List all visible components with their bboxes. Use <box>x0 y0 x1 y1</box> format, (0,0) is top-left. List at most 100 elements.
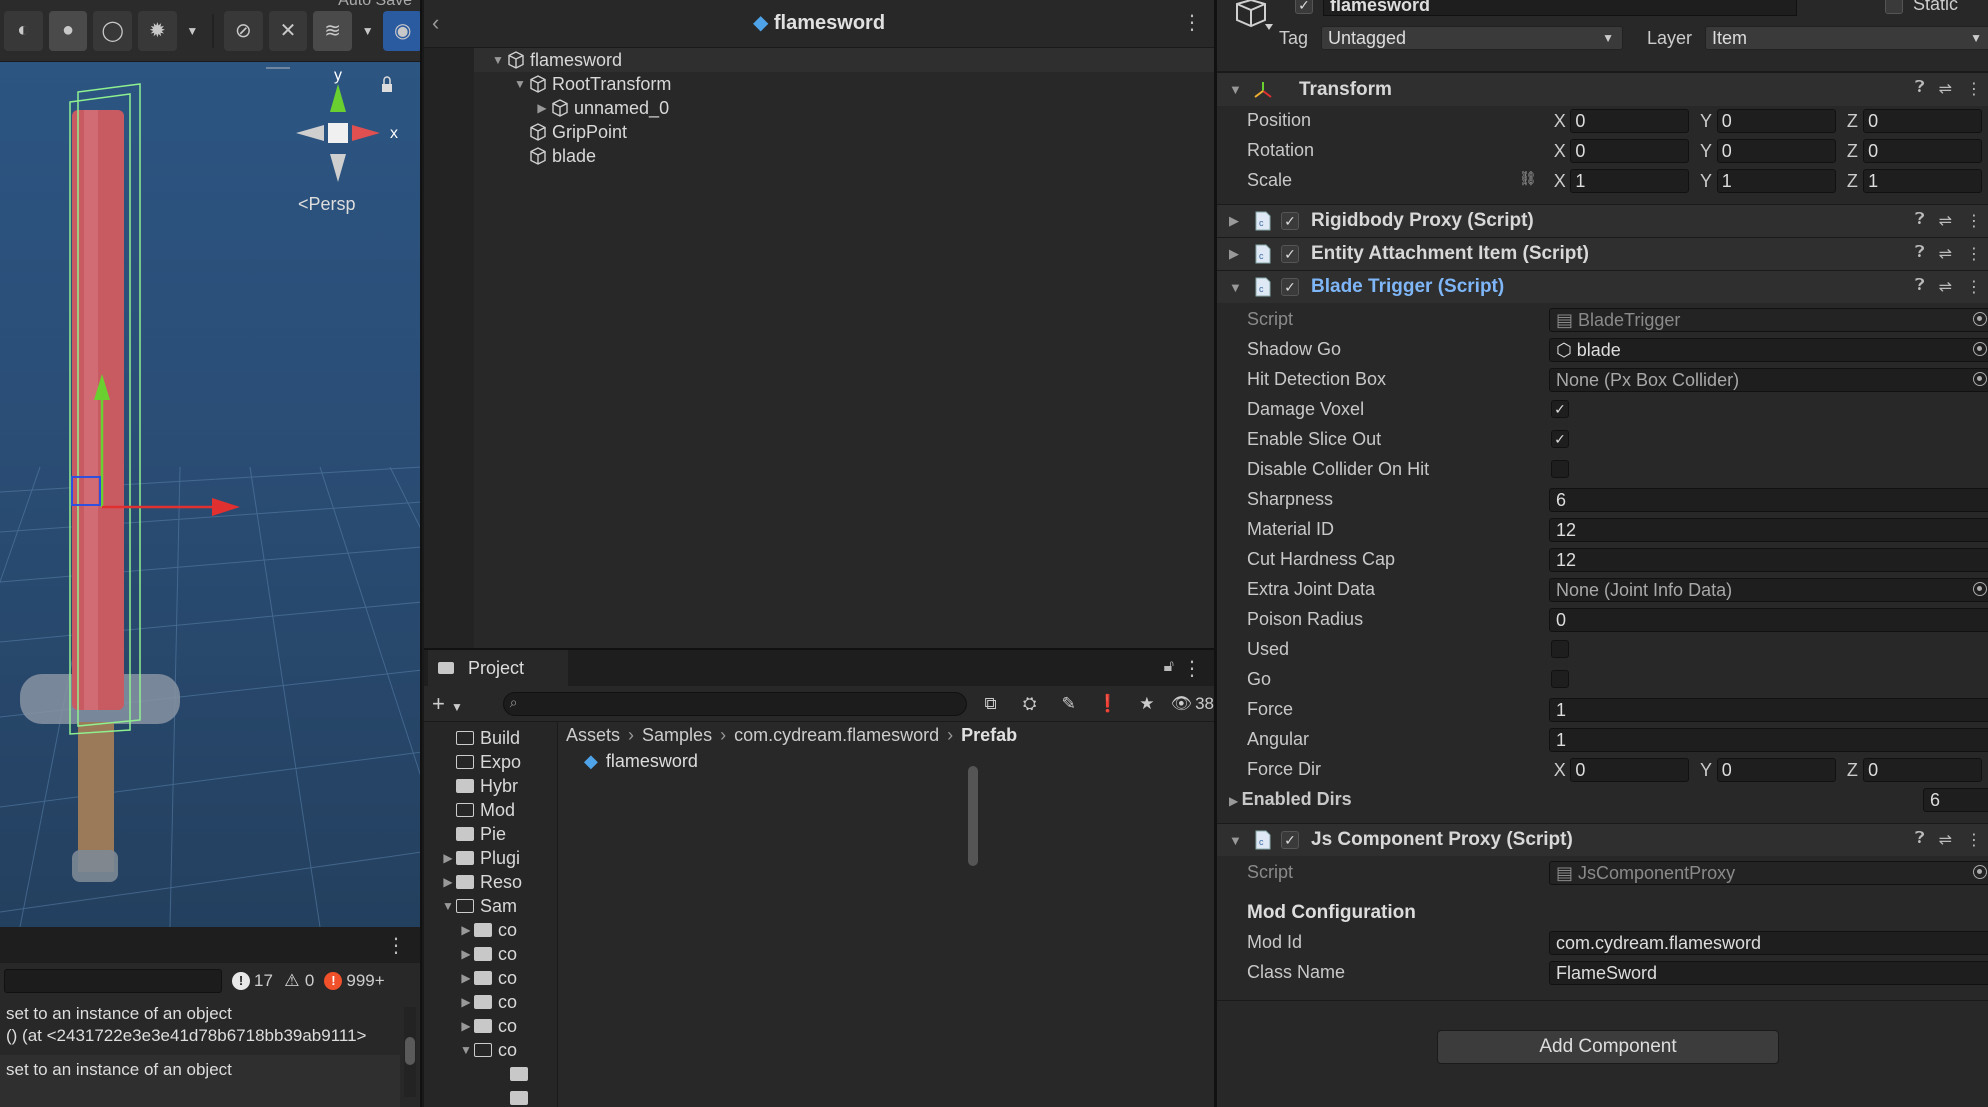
fold-triangle-icon[interactable]: ▶ <box>458 971 474 985</box>
fold-triangle-icon[interactable]: ▶ <box>440 875 456 889</box>
folder-item[interactable]: Pie <box>424 822 557 846</box>
position-x-field[interactable]: 0 <box>1570 109 1690 133</box>
enabled-dirs-size-field[interactable]: 6 <box>1923 788 1988 812</box>
layers-dropdown-icon[interactable]: ▼ <box>358 11 377 51</box>
entity-attachment-enabled-checkbox[interactable]: ✓ <box>1281 245 1299 263</box>
hierarchy-item[interactable]: ▼ RootTransform <box>474 72 1214 96</box>
cut-hardness-field[interactable]: 12 <box>1549 548 1988 572</box>
fold-triangle-icon[interactable]: ▼ <box>1229 833 1253 848</box>
constrain-proportions-link-icon[interactable]: ⛓︎ <box>1519 170 1537 187</box>
gameobject-name-field[interactable]: flamesword <box>1323 0 1797 16</box>
fold-triangle-icon[interactable]: ▶ <box>458 1019 474 1033</box>
folder-item[interactable] <box>424 1062 557 1086</box>
asset-item[interactable]: ◆ flamesword <box>560 748 1214 774</box>
rigidbody-proxy-header[interactable]: ▶ c ✓ Rigidbody Proxy (Script) ❓︎ ⇌ ⋮ <box>1217 204 1988 237</box>
scale-x-field[interactable]: 1 <box>1570 169 1690 193</box>
scale-y-field[interactable]: 1 <box>1716 169 1836 193</box>
fold-triangle-icon[interactable]: ▶ <box>458 947 474 961</box>
lock-icon[interactable]: 🔓︎ <box>1164 658 1174 676</box>
project-search-input[interactable]: ⌕ <box>502 691 968 716</box>
help-icon[interactable]: ❓︎ <box>1915 277 1925 297</box>
log-filter-icon[interactable]: ❗ <box>1092 690 1123 718</box>
fold-triangle-icon[interactable]: ▼ <box>512 77 528 91</box>
layer-dropdown[interactable]: Item ▼ <box>1705 26 1988 50</box>
log-entry[interactable]: set to an instance of an object <box>0 1055 400 1107</box>
rigidbody-proxy-enabled-checkbox[interactable]: ✓ <box>1281 212 1299 230</box>
help-icon[interactable]: ❓︎ <box>1915 830 1925 850</box>
sharpness-field[interactable]: 6 <box>1549 488 1988 512</box>
folder-item[interactable]: ▶ co <box>424 990 557 1014</box>
transform-component-header[interactable]: ▼ Transform ❓︎ ⇌ ⋮ <box>1217 72 1988 106</box>
folder-item[interactable]: Build <box>424 726 557 750</box>
force-dir-z-field[interactable]: 0 <box>1863 758 1983 782</box>
folder-item[interactable]: Hybr <box>424 774 557 798</box>
hierarchy-item[interactable]: ▶ unnamed_0 <box>474 96 1214 120</box>
force-field[interactable]: 1 <box>1549 698 1988 722</box>
fold-triangle-icon[interactable]: ▶ <box>440 851 456 865</box>
used-checkbox[interactable] <box>1551 640 1569 658</box>
fold-triangle-icon[interactable]: ▶ <box>1229 213 1253 229</box>
folder-item[interactable]: ▼ co <box>424 1038 557 1062</box>
kebab-menu-icon[interactable]: ⋮ <box>1966 244 1982 264</box>
folder-item[interactable]: ▶ Plugi <box>424 846 557 870</box>
filter-by-label-icon[interactable]: ✎ <box>1053 690 1084 718</box>
folder-item[interactable]: ▼ Sam <box>424 894 557 918</box>
position-z-field[interactable]: 0 <box>1863 109 1983 133</box>
fold-triangle-icon[interactable]: ▼ <box>458 1043 474 1057</box>
fold-triangle-icon[interactable]: ▶ <box>534 101 550 115</box>
gizmos-dropdown-icon[interactable]: ▼ <box>183 11 202 51</box>
object-picker-icon[interactable] <box>1973 342 1987 356</box>
create-dropdown-button[interactable]: + ▼ <box>432 691 475 717</box>
extra-joint-field[interactable]: None (Joint Info Data) <box>1549 578 1988 602</box>
kebab-menu-icon[interactable]: ⋮ <box>1966 79 1982 99</box>
rotation-x-field[interactable]: 0 <box>1570 139 1690 163</box>
fold-triangle-icon[interactable]: ▼ <box>490 53 506 67</box>
filter-by-type-icon[interactable]: ⛭ <box>1014 690 1045 718</box>
add-component-button[interactable]: Add Component <box>1437 1030 1779 1064</box>
presets-icon[interactable]: ⇌ <box>1939 79 1952 99</box>
visibility-toggle-icon[interactable]: ⊘ <box>223 10 263 51</box>
help-icon[interactable]: ❓︎ <box>1915 79 1925 99</box>
tag-dropdown[interactable]: Untagged ▼ <box>1321 26 1623 50</box>
breadcrumb-item[interactable]: Samples <box>642 725 712 746</box>
info-count-toggle[interactable]: ! 17 <box>232 971 273 991</box>
fold-triangle-icon[interactable]: ▶ <box>458 923 474 937</box>
fold-triangle-icon[interactable]: ▼ <box>1229 280 1253 295</box>
fold-triangle-icon[interactable]: ▶ <box>1229 794 1242 808</box>
disable-collider-checkbox[interactable] <box>1551 460 1569 478</box>
object-picker-icon[interactable] <box>1973 582 1987 596</box>
rotation-y-field[interactable]: 0 <box>1716 139 1836 163</box>
folder-item[interactable]: ▶ co <box>424 918 557 942</box>
hierarchy-item[interactable]: GripPoint <box>474 120 1214 144</box>
scene-viewport[interactable]: y x <box>0 62 422 927</box>
folder-item[interactable]: Mod <box>424 798 557 822</box>
mod-id-field[interactable]: com.cydream.flamesword <box>1549 931 1988 955</box>
folder-item[interactable]: ▶ Reso <box>424 870 557 894</box>
poison-radius-field[interactable]: 0 <box>1549 608 1988 632</box>
presets-icon[interactable]: ⇌ <box>1939 830 1952 850</box>
js-proxy-enabled-checkbox[interactable]: ✓ <box>1281 831 1299 849</box>
presets-icon[interactable]: ⇌ <box>1939 244 1952 264</box>
gizmos-bug-icon[interactable]: ✹ <box>138 10 177 51</box>
shadow-go-field[interactable]: ⬡ blade <box>1549 338 1988 362</box>
folder-item[interactable]: Expo <box>424 750 557 774</box>
kebab-menu-icon[interactable]: ⋮ <box>1182 10 1202 35</box>
js-proxy-header[interactable]: ▼ c ✓ Js Component Proxy (Script) ❓︎ ⇌ ⋮ <box>1217 823 1988 856</box>
hit-box-field[interactable]: None (Px Box Collider) <box>1549 368 1988 392</box>
kebab-menu-icon[interactable]: ⋮ <box>1966 211 1982 231</box>
position-y-field[interactable]: 0 <box>1716 109 1836 133</box>
kebab-menu-icon[interactable]: ⋮ <box>1966 277 1982 297</box>
folder-item[interactable]: ▶ co <box>424 966 557 990</box>
scale-z-field[interactable]: 1 <box>1863 169 1983 193</box>
log-entry[interactable]: set to an instance of an object () (at <… <box>0 999 400 1055</box>
rotation-z-field[interactable]: 0 <box>1863 139 1983 163</box>
error-count-toggle[interactable]: ! 999+ <box>324 971 385 991</box>
blade-trigger-header[interactable]: ▼ c ✓ Blade Trigger (Script) ❓︎ ⇌ ⋮ <box>1217 270 1988 303</box>
tab-project[interactable]: Project <box>428 650 568 686</box>
material-id-field[interactable]: 12 <box>1549 518 1988 542</box>
console-scroll-thumb[interactable] <box>405 1037 415 1065</box>
console-search-input[interactable] <box>4 969 222 993</box>
entity-attachment-header[interactable]: ▶ c ✓ Entity Attachment Item (Script) ❓︎… <box>1217 237 1988 270</box>
scene-view-panel[interactable]: Auto Save ◐ ● ◯ ✹ ▼ ⊘ ✕ ≋ ▼ ◉ y x <Persp <box>0 0 422 927</box>
search-by-type-icon[interactable]: ⧉ <box>975 690 1006 718</box>
